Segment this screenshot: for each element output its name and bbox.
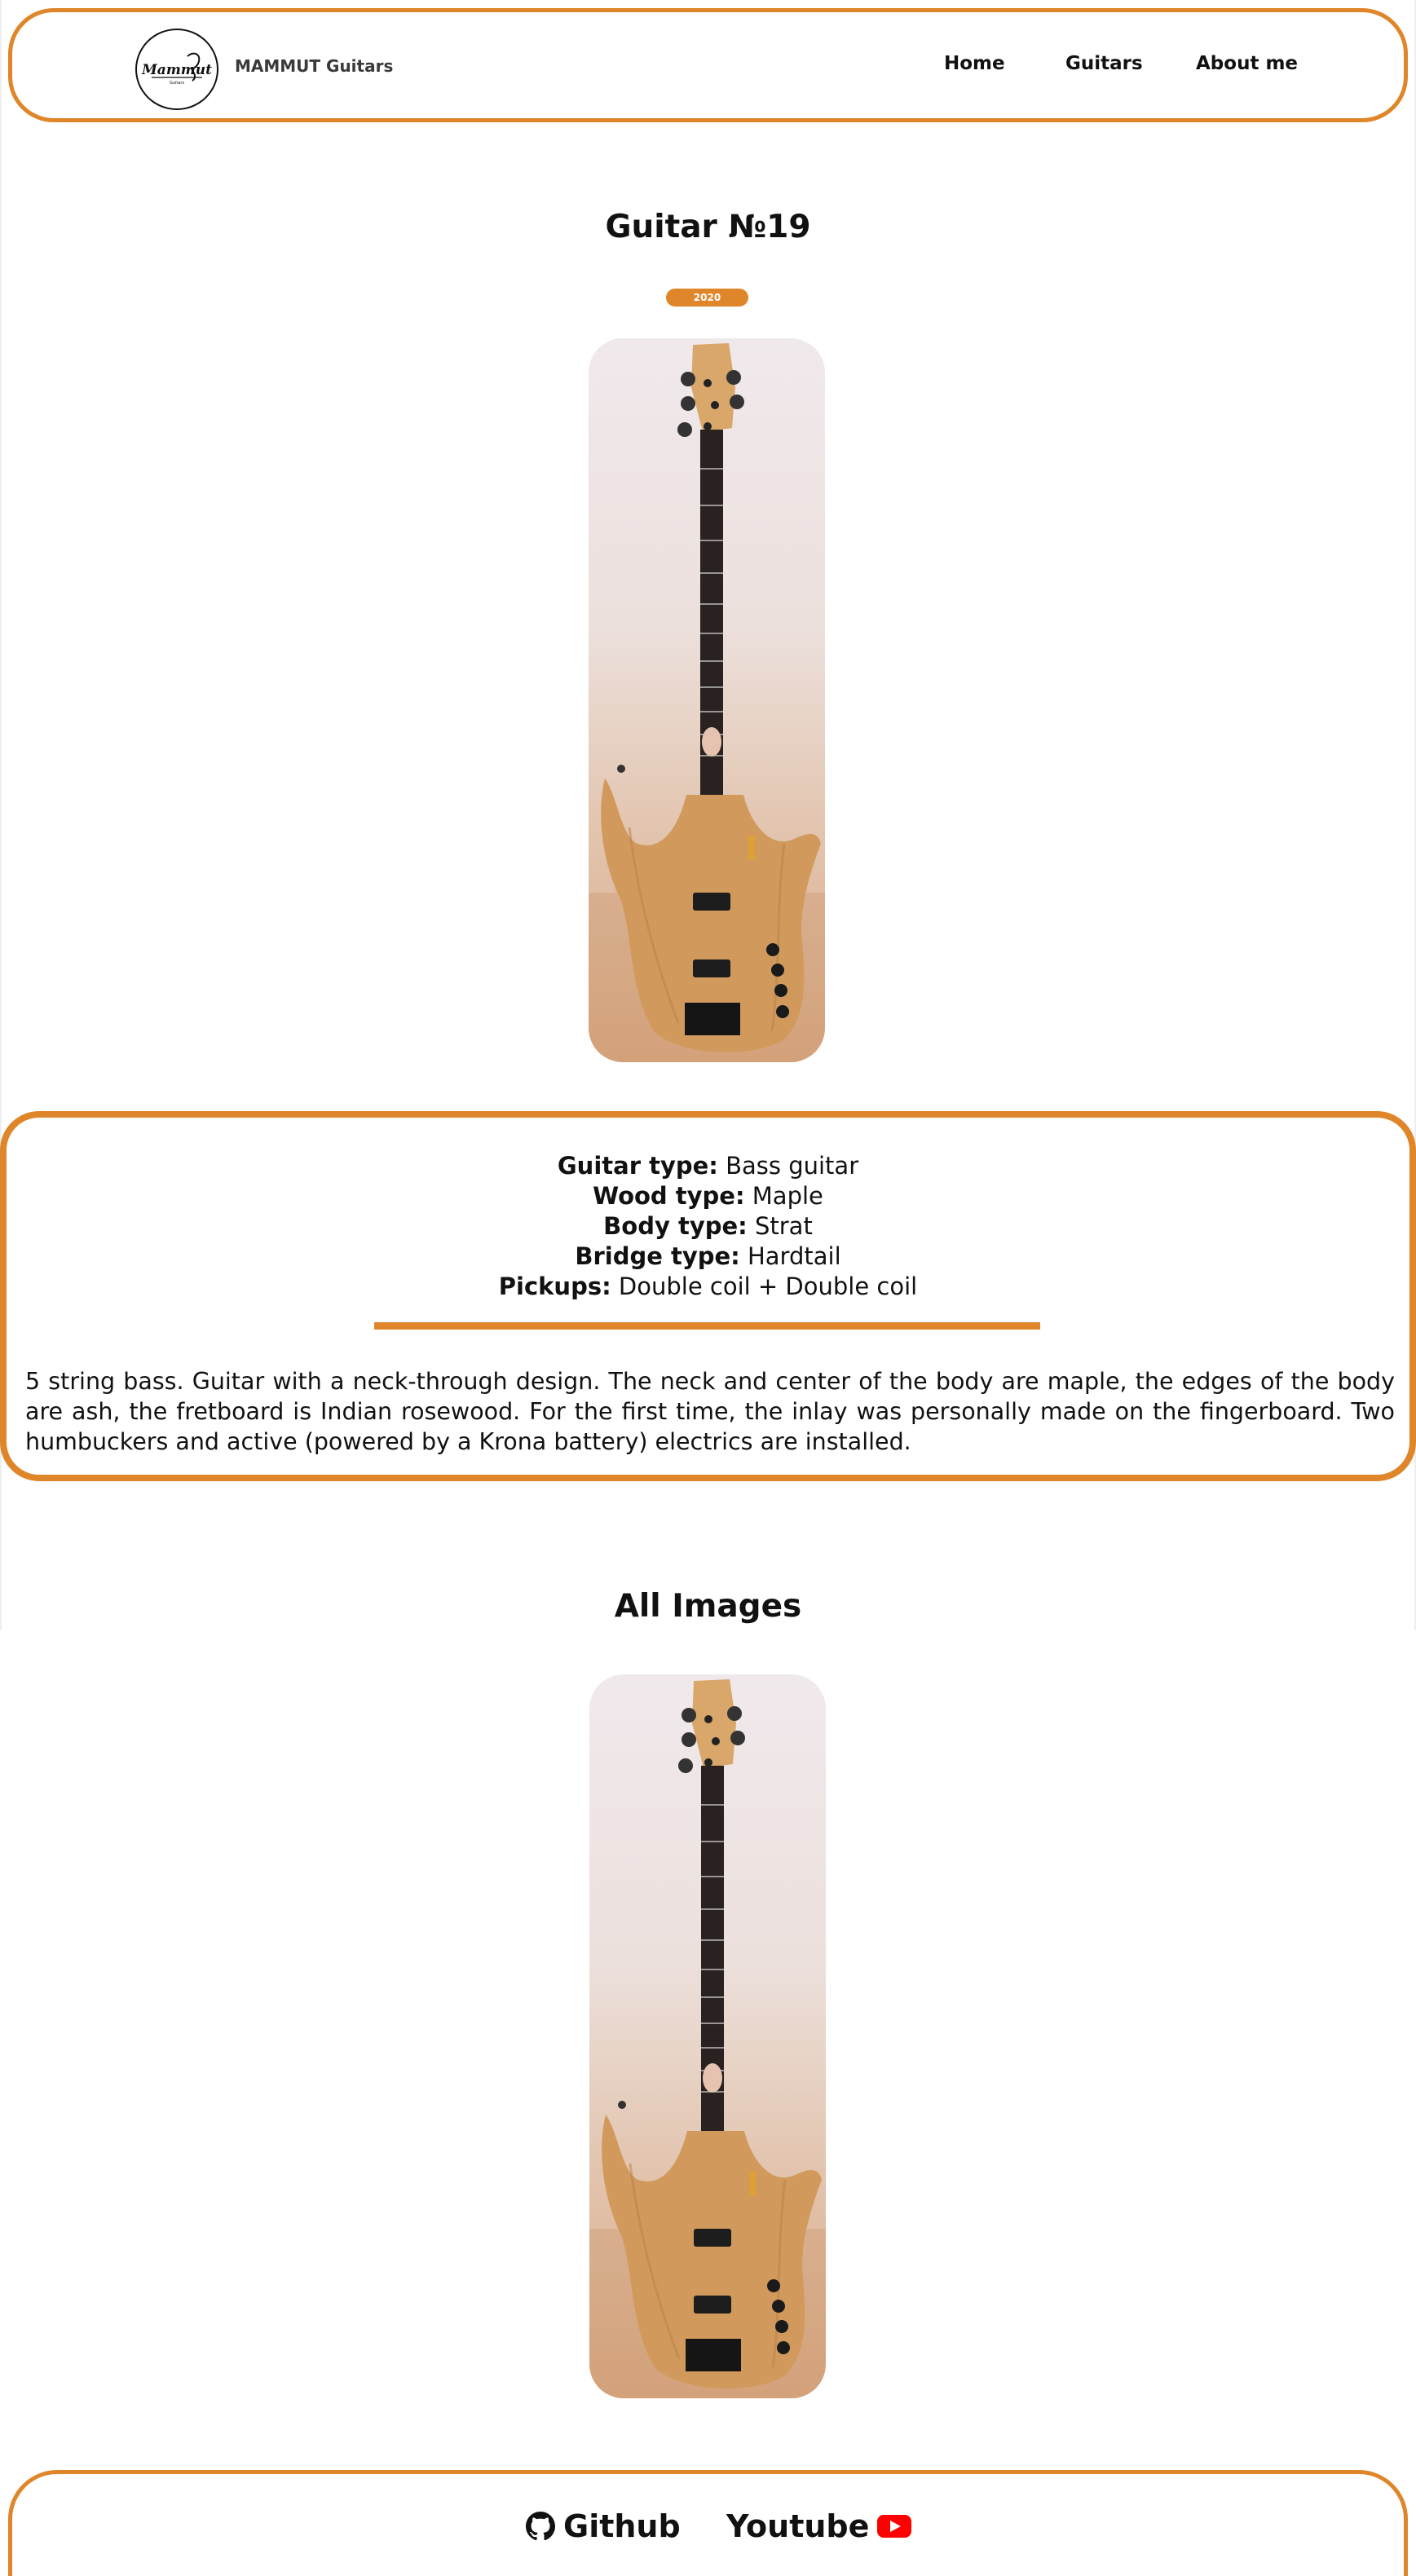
divider <box>374 1322 1040 1330</box>
spec-guitar-type: Guitar type: Bass guitar <box>7 1152 1409 1180</box>
site-header: Mammut Guitars MAMMUT Guitars Home Guita… <box>8 8 1408 122</box>
spec-value: Hardtail <box>747 1242 841 1270</box>
brand-logo[interactable]: Mammut Guitars <box>135 29 218 110</box>
page-title: Guitar №19 <box>605 209 811 245</box>
gallery-image[interactable] <box>589 1674 826 2398</box>
spec-label: Pickups: <box>498 1273 611 1300</box>
gallery-title: All Images <box>614 1588 802 1625</box>
nav-home[interactable]: Home <box>944 53 1005 74</box>
bass-guitar-image <box>589 343 825 1062</box>
spec-value: Maple <box>752 1182 823 1210</box>
spec-value: Strat <box>754 1212 813 1240</box>
spec-pickups: Pickups: Double coil + Double coil <box>7 1273 1409 1300</box>
brand-name[interactable]: MAMMUT Guitars <box>235 56 393 76</box>
spec-bridge-type: Bridge type: Hardtail <box>7 1242 1409 1270</box>
spec-value: Bass guitar <box>726 1152 859 1180</box>
nav-about-me[interactable]: About me <box>1196 53 1298 74</box>
spec-label: Wood type: <box>593 1182 745 1210</box>
svg-text:Guitars: Guitars <box>170 81 185 86</box>
youtube-icon <box>877 2515 912 2538</box>
github-icon <box>526 2512 555 2541</box>
nav-guitars[interactable]: Guitars <box>1065 53 1143 74</box>
youtube-link[interactable]: Youtube <box>726 2508 912 2544</box>
bass-guitar-image <box>589 1679 826 2398</box>
guitar-photo[interactable] <box>589 338 825 1062</box>
github-label: Github <box>563 2508 681 2544</box>
mammoth-logo-icon: Mammut Guitars <box>141 52 212 86</box>
specs-card: Guitar type: Bass guitar Wood type: Mapl… <box>0 1111 1416 1481</box>
spec-label: Guitar type: <box>557 1152 718 1180</box>
youtube-label: Youtube <box>726 2508 870 2544</box>
guitar-description: 5 string bass. Guitar with a neck-throug… <box>25 1368 1395 1455</box>
spec-body-type: Body type: Strat <box>7 1212 1409 1240</box>
spec-label: Body type: <box>603 1212 748 1240</box>
site-footer <box>8 2470 1408 2576</box>
spec-value: Double coil + Double coil <box>618 1273 918 1300</box>
spec-wood-type: Wood type: Maple <box>7 1182 1409 1210</box>
github-link[interactable]: Github <box>526 2508 681 2544</box>
year-badge: 2020 <box>666 289 748 307</box>
spec-label: Bridge type: <box>575 1242 740 1270</box>
logo-text: Mammut <box>141 62 212 78</box>
